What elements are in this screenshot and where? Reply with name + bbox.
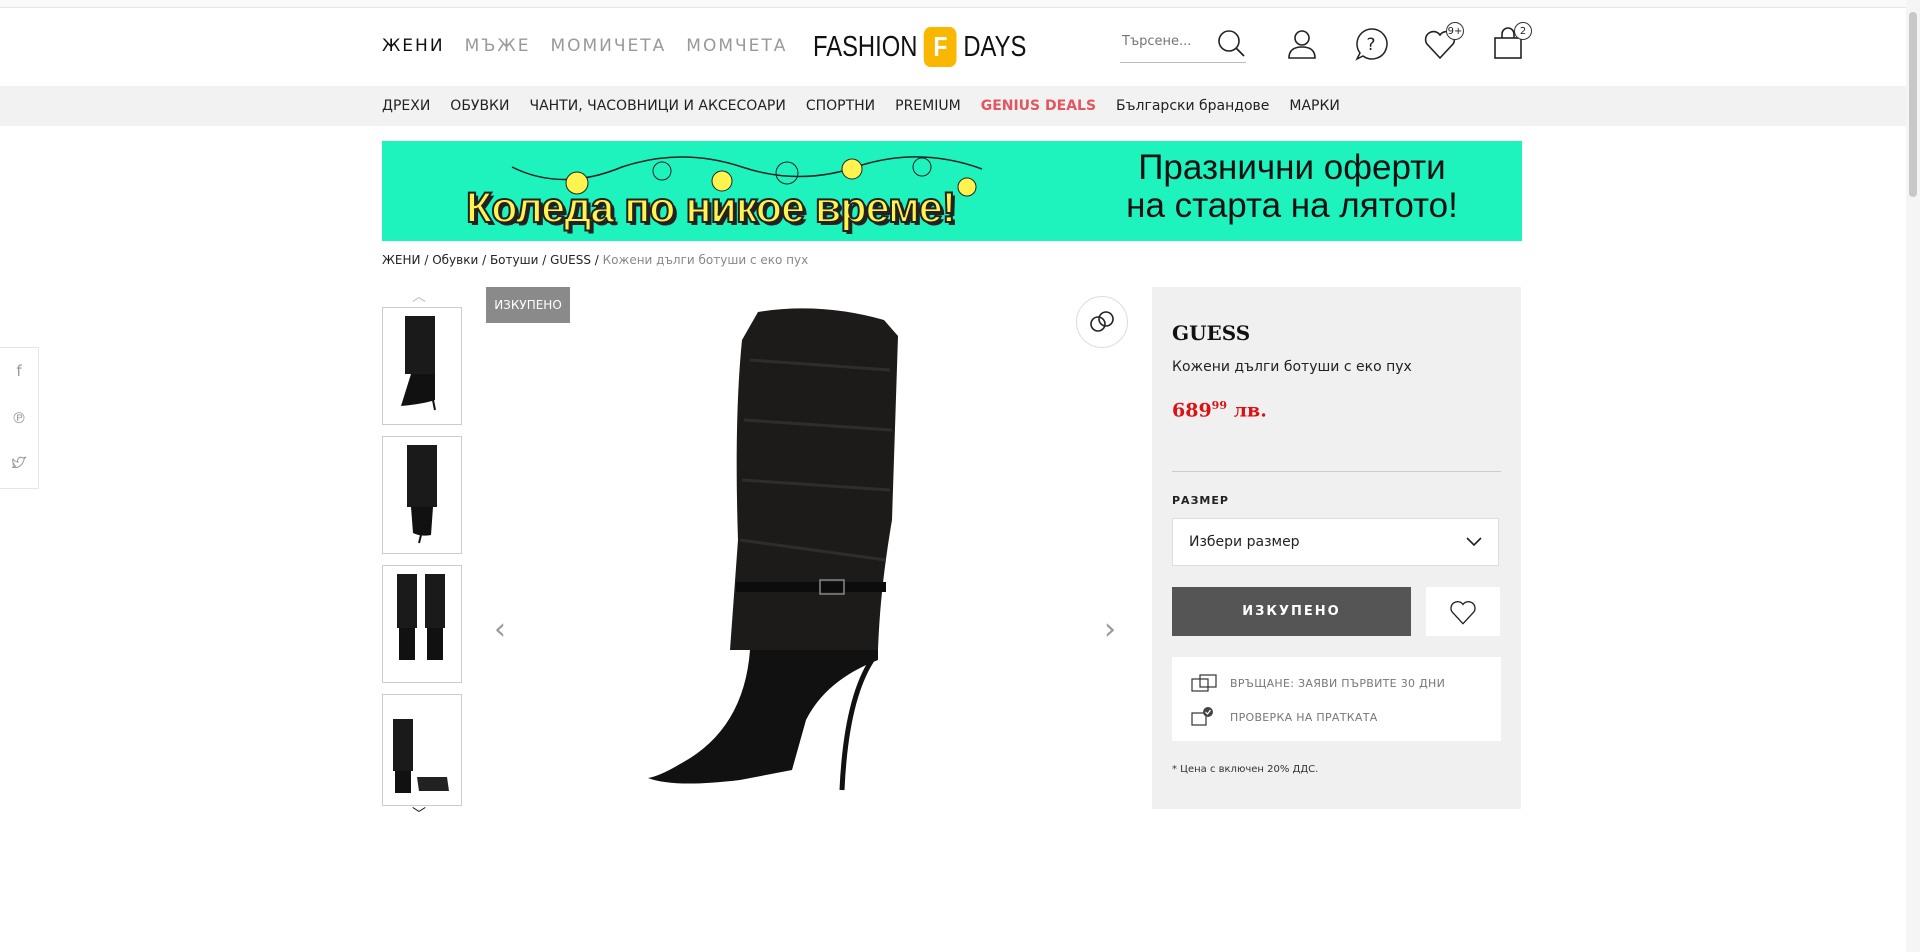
compare-rings-icon[interactable] <box>1076 296 1128 348</box>
facebook-icon[interactable]: f <box>16 362 21 380</box>
image-prev-arrow-icon[interactable]: ‹ <box>494 612 506 647</box>
scrollbar-thumb[interactable] <box>1909 12 1917 197</box>
size-select[interactable]: Избери размер <box>1172 518 1499 566</box>
product-thumbnail[interactable] <box>382 565 462 683</box>
social-share-bar: f ℗ <box>0 347 39 489</box>
package-check-icon <box>1191 707 1213 726</box>
thumbs-up-chevron-icon[interactable]: ︿ <box>412 286 426 306</box>
package-check-row: ПРОВЕРКА НА ПРАТКАТА <box>1190 707 1378 727</box>
return-policy-row: ВРЪЩАНЕ: ЗАЯВИ ПЪРВИТЕ 30 ДНИ <box>1190 673 1445 693</box>
site-logo[interactable]: FASHION F DAYS <box>813 27 1026 67</box>
tab-women[interactable]: ЖЕНИ <box>382 36 445 56</box>
product-thumbnail[interactable] <box>382 694 462 806</box>
category-premium[interactable]: PREMIUM <box>895 98 961 114</box>
size-select-value: Избери размер <box>1189 534 1300 550</box>
top-border <box>0 0 1920 8</box>
chevron-down-icon <box>1466 537 1482 547</box>
product-name: Кожени дълги ботуши с еко пух <box>1172 359 1412 375</box>
search-icon[interactable] <box>1216 28 1246 62</box>
twitter-icon[interactable] <box>11 456 27 474</box>
breadcrumb-guess[interactable]: GUESS <box>550 253 591 267</box>
vat-note: * Цена с включен 20% ДДС. <box>1172 764 1319 775</box>
account-icon[interactable] <box>1284 26 1320 62</box>
svg-text:?: ? <box>1366 35 1375 55</box>
heart-icon <box>1450 600 1476 625</box>
breadcrumb-women[interactable]: ЖЕНИ <box>382 253 421 267</box>
banner-line-2: на старта на лятото! <box>1126 186 1458 225</box>
product-info-panel: GUESS Кожени дълги ботуши с еко пух 6899… <box>1152 287 1521 809</box>
product-brand[interactable]: GUESS <box>1172 321 1250 345</box>
pinterest-icon[interactable]: ℗ <box>12 409 27 427</box>
product-main-image <box>648 308 898 791</box>
price-cents: 99 <box>1211 399 1227 412</box>
category-bulgarian-brands[interactable]: Български брандове <box>1116 98 1269 114</box>
return-policy-text: ВРЪЩАНЕ: ЗАЯВИ ПЪРВИТЕ 30 ДНИ <box>1230 676 1446 690</box>
product-price: 68999 лв. <box>1172 399 1267 421</box>
return-box-icon <box>1191 674 1217 692</box>
tab-men[interactable]: МЪЖЕ <box>465 36 531 56</box>
help-icon[interactable]: ? <box>1353 26 1389 62</box>
promo-banner[interactable]: Коледа по никое време! Празнични оферти … <box>382 141 1522 241</box>
wishlist-count-badge: 9+ <box>1446 22 1464 40</box>
search-box <box>1120 28 1246 63</box>
category-brands[interactable]: МАРКИ <box>1289 98 1340 114</box>
size-label: РАЗМЕР <box>1172 494 1229 507</box>
product-thumbnail[interactable] <box>382 436 462 554</box>
tab-girls[interactable]: МОМИЧЕТА <box>550 36 666 56</box>
package-check-text: ПРОВЕРКА НА ПРАТКАТА <box>1230 710 1378 724</box>
tab-boys[interactable]: МОМЧЕТА <box>686 36 787 56</box>
price-currency: лв. <box>1233 399 1267 422</box>
breadcrumb-boots[interactable]: Ботуши <box>490 253 538 267</box>
thumbs-down-chevron-icon[interactable]: ﹀ <box>412 804 426 824</box>
category-nav: ДРЕХИ ОБУВКИ ЧАНТИ, ЧАСОВНИЦИ И АКСЕСОАР… <box>0 86 1906 126</box>
breadcrumb-current: Кожени дълги ботуши с еко пух <box>602 253 809 267</box>
add-to-wishlist-button[interactable] <box>1426 587 1500 636</box>
banner-headline: Коледа по никое време! <box>465 183 957 233</box>
search-input[interactable] <box>1120 28 1214 55</box>
sold-out-tag: ИЗКУПЕНО <box>486 287 570 323</box>
logo-mark-icon: F <box>923 27 957 67</box>
cart-count-badge: 2 <box>1514 22 1532 40</box>
delivery-info-box: ВРЪЩАНЕ: ЗАЯВИ ПЪРВИТЕ 30 ДНИ ПРОВЕРКА Н… <box>1172 657 1501 741</box>
cart-icon[interactable]: 2 <box>1490 22 1532 62</box>
price-main: 689 <box>1172 399 1212 422</box>
sold-out-button[interactable]: ИЗКУПЕНО <box>1172 587 1411 636</box>
category-shoes[interactable]: ОБУВКИ <box>450 98 509 114</box>
category-sport[interactable]: СПОРТНИ <box>806 98 875 114</box>
product-thumbnail[interactable] <box>382 307 462 425</box>
category-genius-deals[interactable]: GENIUS DEALS <box>981 98 1096 114</box>
page-scrollbar[interactable] <box>1906 0 1920 952</box>
gender-tabs: ЖЕНИ МЪЖЕ МОМИЧЕТА МОМЧЕТА <box>382 36 787 56</box>
logo-text-right: DAYS <box>963 30 1027 63</box>
breadcrumb: ЖЕНИ / Обувки / Ботуши / GUESS / Кожени … <box>382 253 809 267</box>
category-clothes[interactable]: ДРЕХИ <box>382 98 430 114</box>
banner-line-1: Празнични оферти <box>1138 148 1446 187</box>
logo-text-left: FASHION <box>813 30 918 63</box>
image-next-arrow-icon[interactable]: › <box>1104 612 1116 647</box>
category-bags-watches-accessories[interactable]: ЧАНТИ, ЧАСОВНИЦИ И АКСЕСОАРИ <box>529 98 785 114</box>
divider <box>1172 471 1501 472</box>
wishlist-icon[interactable]: 9+ <box>1422 22 1464 62</box>
banner-subtext: Празнични оферти на старта на лятото! <box>1092 149 1492 225</box>
breadcrumb-shoes[interactable]: Обувки <box>432 253 478 267</box>
